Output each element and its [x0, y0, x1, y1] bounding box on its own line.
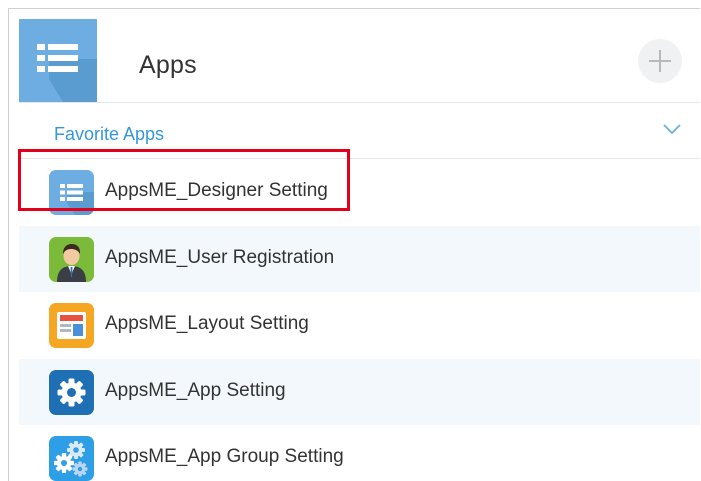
- app-name: AppsME_Layout Setting: [105, 313, 309, 334]
- apps-header: Apps: [19, 19, 700, 103]
- app-item-designer-setting[interactable]: AppsME_Designer Setting: [19, 159, 700, 226]
- list-icon: [49, 170, 94, 215]
- app-item-app-setting[interactable]: AppsME_App Setting: [19, 358, 700, 425]
- app-name: AppsME_App Group Setting: [105, 446, 344, 467]
- plus-icon: [649, 50, 671, 72]
- apps-panel: Apps Favorite Apps AppsME_Designer Setti…: [8, 8, 700, 481]
- app-item-user-registration[interactable]: AppsME_User Registration: [19, 225, 700, 292]
- gears-icon: [49, 436, 94, 481]
- app-list-icon: [19, 19, 97, 102]
- app-list: AppsME_Designer Setting AppsME_User Regi…: [19, 159, 700, 481]
- app-name: AppsME_User Registration: [105, 246, 335, 268]
- favorite-apps-label: Favorite Apps: [54, 124, 165, 144]
- favorite-apps-toggle[interactable]: Favorite Apps: [19, 103, 700, 159]
- gear-icon: [49, 369, 94, 415]
- app-name: AppsME_App Setting: [105, 379, 286, 401]
- app-item-app-group-setting[interactable]: AppsME_App Group Setting: [19, 425, 700, 481]
- add-app-button[interactable]: [638, 39, 682, 83]
- app-item-layout-setting[interactable]: AppsME_Layout Setting: [19, 292, 700, 359]
- layout-icon: [49, 303, 94, 348]
- page-title: Apps: [139, 51, 197, 79]
- user-avatar-icon: [49, 236, 94, 282]
- app-name: AppsME_Designer Setting: [105, 180, 328, 201]
- chevron-down-icon: [663, 124, 681, 135]
